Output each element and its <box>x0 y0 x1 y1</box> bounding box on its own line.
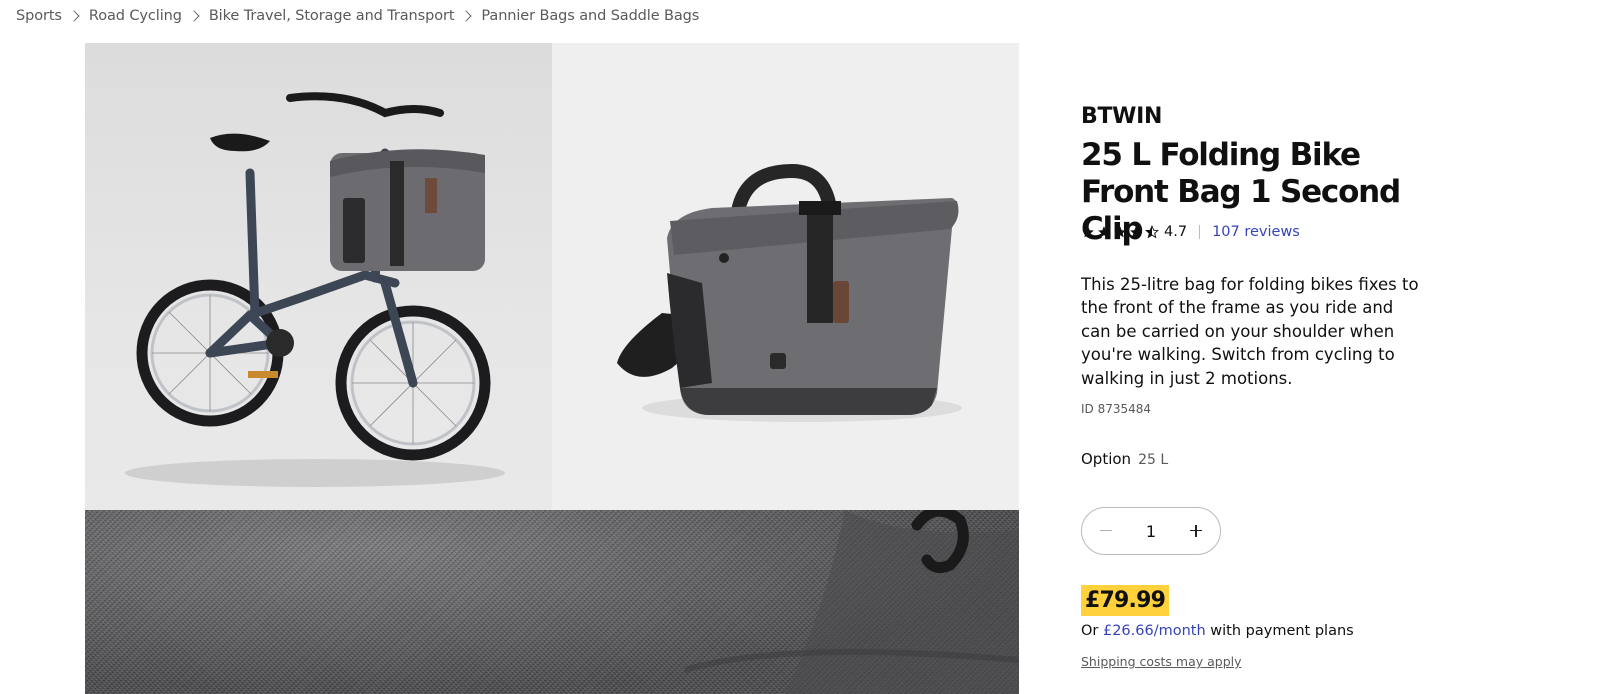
shipping-costs-link[interactable]: Shipping costs may apply <box>1081 654 1242 669</box>
product-image-fabric[interactable] <box>85 510 1019 694</box>
star-full-icon <box>1098 226 1110 238</box>
breadcrumb-pannier-bags[interactable]: Pannier Bags and Saddle Bags <box>481 8 699 24</box>
folding-bike-image <box>125 92 505 487</box>
option-label: Option <box>1081 450 1132 468</box>
chevron-right-icon <box>68 10 80 22</box>
fabric-detail-image <box>684 510 1019 694</box>
minus-icon[interactable] <box>1098 523 1114 539</box>
payment-plan: Or £26.66/month with payment plans <box>1081 623 1354 639</box>
rating-summary: 4.7 107 reviews <box>1081 224 1300 240</box>
breadcrumb-sports[interactable]: Sports <box>16 8 62 24</box>
chevron-right-icon <box>460 10 473 22</box>
breadcrumb: Sports Road Cycling Bike Travel, Storage… <box>16 8 699 24</box>
star-full-icon <box>1082 226 1094 238</box>
payment-plan-link[interactable]: £26.66/month <box>1103 623 1206 639</box>
star-full-icon <box>1130 226 1142 238</box>
payment-suffix: with payment plans <box>1210 623 1354 639</box>
plus-icon[interactable] <box>1188 523 1204 539</box>
product-id: ID 8735484 <box>1081 402 1152 416</box>
breadcrumb-bike-travel[interactable]: Bike Travel, Storage and Transport <box>209 8 455 24</box>
product-image-bag[interactable] <box>552 43 1019 510</box>
option-selector: Option 25 L <box>1081 450 1168 468</box>
rating-value: 4.7 <box>1164 224 1188 240</box>
front-bag-image <box>617 163 962 422</box>
chevron-right-icon <box>188 10 200 22</box>
product-price: £79.99 <box>1081 585 1170 616</box>
star-full-icon <box>1114 226 1126 238</box>
rating-stars <box>1081 225 1159 239</box>
product-image-bike[interactable] <box>85 43 552 510</box>
payment-prefix: Or <box>1081 623 1099 639</box>
product-description: This 25-litre bag for folding bikes fixe… <box>1081 275 1419 388</box>
quantity-input[interactable]: 1 <box>1131 522 1171 541</box>
product-brand[interactable]: BTWIN <box>1081 104 1162 129</box>
product-gallery <box>85 43 1019 694</box>
star-half-icon <box>1145 225 1159 239</box>
reviews-link[interactable]: 107 reviews <box>1212 224 1300 240</box>
rating-divider <box>1199 225 1201 239</box>
option-value: 25 L <box>1138 452 1169 468</box>
quantity-stepper: 1 <box>1081 507 1221 555</box>
breadcrumb-road-cycling[interactable]: Road Cycling <box>89 8 182 24</box>
